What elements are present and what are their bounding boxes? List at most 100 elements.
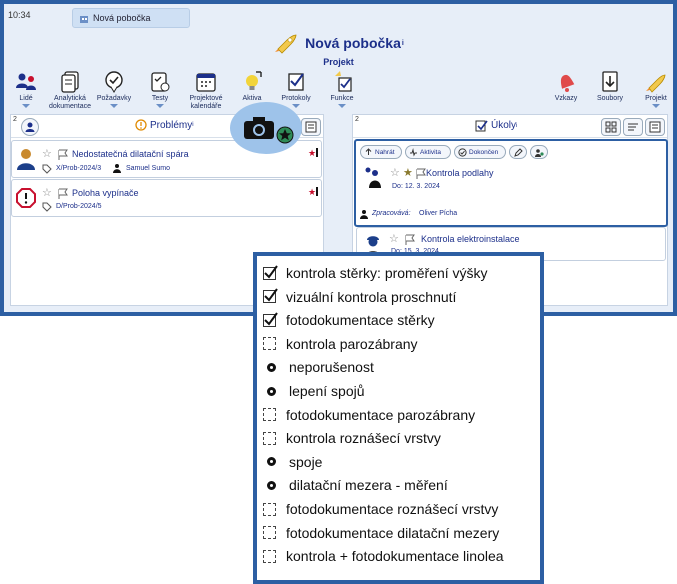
checklist-item[interactable]: vizuální kontrola proschnutí: [263, 288, 456, 306]
checklist-item[interactable]: kontrola + fotodokumentace linolea: [263, 547, 504, 565]
priority-bar: [316, 187, 318, 196]
add-star-icon: [276, 126, 294, 144]
toolbar-project-calendars[interactable]: Projektové kalendáře: [184, 70, 228, 111]
star-icon[interactable]: ☆: [42, 188, 52, 199]
tasks-sort-button[interactable]: [623, 118, 643, 136]
bullet-icon: [267, 480, 276, 490]
star-icon[interactable]: ☆: [390, 168, 400, 179]
checklist-item[interactable]: kontrola parozábrany: [263, 335, 418, 353]
checklist-item[interactable]: kontrola roznášecí vrstvy: [263, 429, 441, 447]
checklist-item[interactable]: dilatační mezera - měření: [263, 476, 448, 494]
checklist-item[interactable]: lepení spojů: [263, 382, 365, 400]
people-filter-button[interactable]: [21, 118, 39, 136]
checkbox-checked[interactable]: [263, 264, 278, 280]
tasks-list-button[interactable]: [645, 118, 665, 136]
info-icon[interactable]: i: [192, 122, 193, 128]
toolbar-protocols[interactable]: Protokoly: [274, 70, 318, 108]
toolbar-assets[interactable]: Aktiva: [230, 70, 274, 103]
star-filled-icon[interactable]: ★: [403, 168, 413, 179]
assign-button[interactable]: [530, 145, 548, 159]
checkmark-icon: [264, 288, 278, 302]
page-title-text: Nová pobočka: [305, 35, 401, 51]
toolbar-label: Projekt: [645, 95, 667, 102]
tasks-view-button[interactable]: [601, 118, 621, 136]
people-icon: [16, 73, 36, 90]
warning-octagon-icon: [16, 188, 36, 208]
checklist-item[interactable]: fotodokumentace dilatační mezery: [263, 524, 499, 542]
checkbox-checked[interactable]: [263, 312, 278, 327]
info-icon[interactable]: i: [402, 40, 404, 47]
activity-button[interactable]: Aktivita: [405, 145, 451, 159]
upload-button[interactable]: Nahrát: [360, 145, 402, 159]
problems-title: Problémy i: [135, 119, 194, 131]
priority-star-icon: ★: [308, 148, 317, 158]
processor-name: Oliver Pícha: [419, 210, 458, 217]
tasks-count: 2: [355, 116, 359, 123]
toolbar-label: Analytická dokumentace: [48, 95, 92, 110]
problems-count: 2: [13, 116, 17, 123]
problem-card[interactable]: ☆ Poloha vypínače D/Prob-2024/5 ★: [11, 179, 322, 217]
checklist-item[interactable]: fotodokumentace roznášecí vrstvy: [263, 500, 498, 518]
flag-icon[interactable]: [404, 234, 416, 246]
done-label: Dokončen: [469, 148, 499, 156]
flag-icon[interactable]: [57, 188, 69, 200]
toolbar-people[interactable]: Lidé: [4, 70, 48, 108]
toolbar-label: Požadavky: [96, 95, 132, 102]
calendar-icon: [196, 73, 216, 92]
checklist-item-label: spoje: [289, 453, 323, 470]
checkbox-checked[interactable]: [263, 288, 278, 304]
checklist-item-label: dilatační mezera - měření: [289, 477, 448, 494]
checklist-item[interactable]: spoje: [263, 453, 322, 471]
toolbar-analytical-docs[interactable]: Analytická dokumentace: [48, 70, 92, 111]
task-title: Kontrola elektroinstalace: [421, 234, 520, 244]
problems-list-button[interactable]: [301, 118, 321, 136]
worker-avatar-icon: [17, 149, 35, 170]
bullet-icon: [267, 457, 276, 467]
checklist-item-label: kontrola + fotodokumentace linolea: [286, 548, 504, 565]
checklist-item[interactable]: fotodokumentace stěrky: [263, 311, 435, 329]
toolbar-functions[interactable]: Funkce: [320, 70, 364, 108]
chevron-down-icon: [338, 104, 346, 108]
toolbar-files[interactable]: Soubory: [588, 70, 632, 103]
chevron-down-icon: [292, 104, 300, 108]
edit-button[interactable]: [509, 145, 527, 159]
info-icon[interactable]: i: [516, 123, 517, 129]
test-clipboard-icon: [151, 72, 170, 92]
flag-icon[interactable]: [57, 149, 69, 161]
toolbar-label: Testy: [151, 95, 169, 102]
checkbox-unchecked[interactable]: [263, 431, 276, 445]
task-card-selected[interactable]: Nahrát Aktivita Dokončen ☆ ★ Kontrola po…: [354, 139, 668, 227]
toolbar-messages[interactable]: Vzkazy: [544, 70, 588, 103]
problem-code: D/Prob-2024/5: [56, 203, 102, 210]
toolbar-tests[interactable]: Testy: [138, 70, 182, 108]
check-badge-icon: [105, 71, 123, 93]
checklist-item-label: kontrola stěrky: proměření výšky: [286, 265, 488, 281]
done-button[interactable]: Dokončen: [454, 145, 506, 159]
checklist-item-label: neporušenost: [289, 359, 374, 376]
toolbar-project[interactable]: Projekt: [634, 70, 677, 108]
star-icon[interactable]: ☆: [389, 234, 399, 245]
checkbox-unchecked[interactable]: [263, 502, 276, 516]
checkbox-unchecked[interactable]: [263, 408, 276, 422]
tasks-title: Úkoly i: [475, 119, 517, 132]
checklist-item[interactable]: neporušenost: [263, 358, 374, 376]
problem-title: Poloha vypínače: [72, 188, 139, 198]
checkbox-unchecked[interactable]: [263, 549, 276, 563]
bullet-icon: [267, 362, 276, 372]
checkbox-unchecked[interactable]: [263, 337, 276, 351]
toolbar-requirements[interactable]: Požadavky: [92, 70, 136, 108]
checklist-item[interactable]: kontrola stěrky: proměření výšky: [263, 264, 488, 282]
checklist-item[interactable]: fotodokumentace parozábrany: [263, 406, 475, 424]
page-subtitle: Projekt: [323, 57, 354, 67]
camera-button[interactable]: [230, 102, 302, 154]
toolbar-label: Lidé: [19, 95, 33, 102]
toolbar-label: Soubory: [596, 95, 624, 102]
building-icon: [80, 16, 88, 23]
list-icon: [305, 121, 317, 133]
star-icon[interactable]: ☆: [42, 149, 52, 160]
tab-nova-pobocka[interactable]: Nová pobočka: [72, 8, 190, 28]
checkbox-unchecked[interactable]: [263, 526, 276, 540]
upload-label: Nahrát: [375, 148, 395, 156]
tab-label: Nová pobočka: [93, 13, 151, 23]
checklist-item-label: fotodokumentace stěrky: [286, 312, 435, 329]
